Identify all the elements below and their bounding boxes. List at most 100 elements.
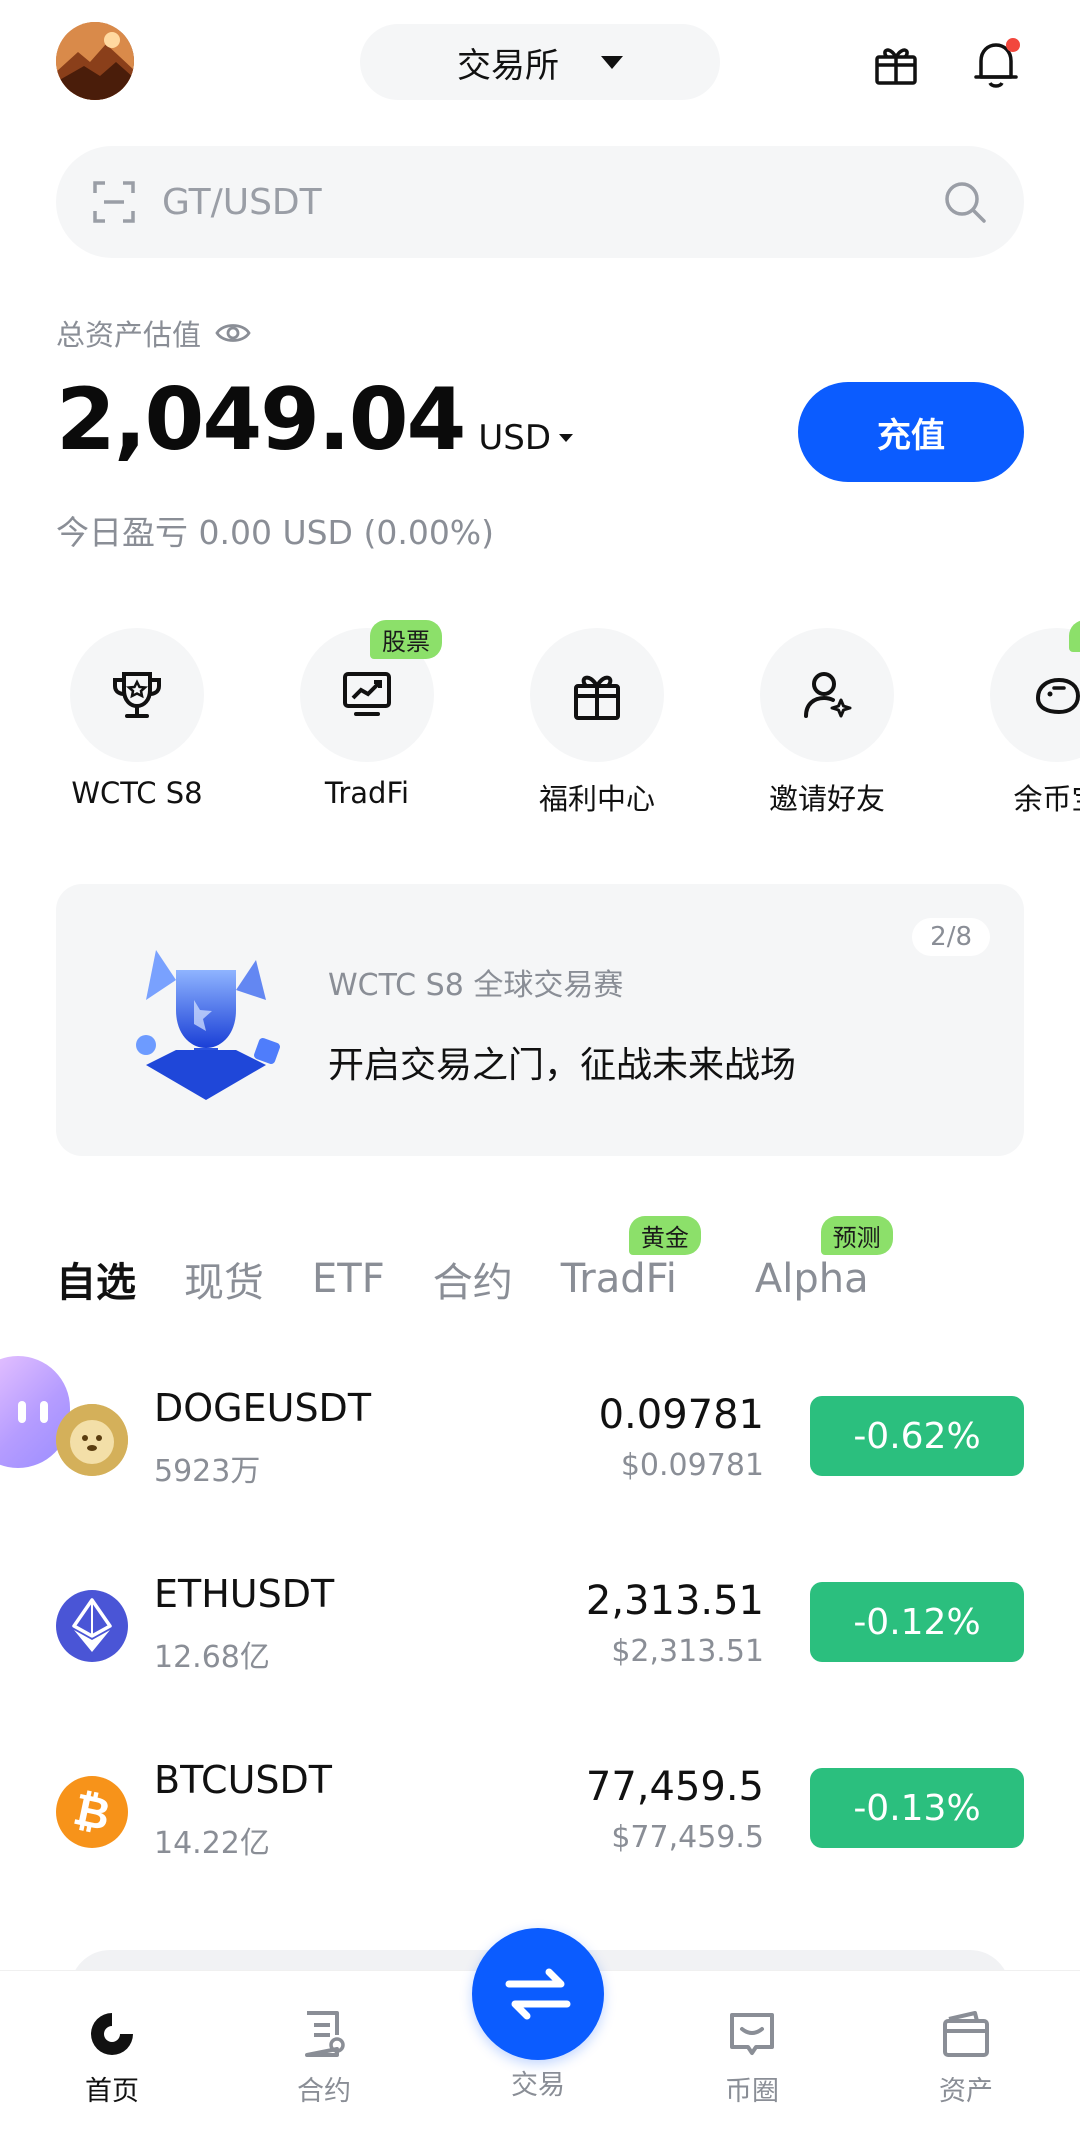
- deposit-button[interactable]: 充值: [798, 382, 1024, 482]
- gift-icon: [574, 675, 620, 720]
- doge-coin-icon: [56, 1404, 128, 1476]
- trade-button[interactable]: [472, 1928, 604, 2060]
- shortcut-invite[interactable]: 邀请好友: [727, 628, 927, 818]
- chart-monitor-icon: [343, 672, 391, 716]
- assistant-eye: [40, 1401, 48, 1423]
- caret-down-icon: [559, 434, 574, 442]
- exchange-label: 交易所: [457, 45, 559, 86]
- tab-alpha[interactable]: Alpha 预测: [754, 1216, 893, 1302]
- chat-icon: [730, 2013, 774, 2055]
- market-row[interactable]: DOGEUSDT 5923万 0.09781 $0.09781 -0.62%: [56, 1386, 1024, 1506]
- trophy-illustration: [136, 950, 280, 1100]
- asset-value-row: 2,049.04 USD: [56, 370, 574, 470]
- gift-button[interactable]: [868, 36, 924, 92]
- nav-label: 首页: [85, 2076, 139, 2107]
- shortcut-circle: 股票: [300, 620, 442, 762]
- piggy-bank-icon: [1035, 677, 1080, 715]
- tab-spot[interactable]: 现货: [184, 1250, 264, 1308]
- shortcut-wctc[interactable]: WCTC S8: [37, 628, 237, 810]
- banner-title: 开启交易之门，征战未来战场: [328, 1045, 797, 1086]
- tab-favorites[interactable]: 自选: [56, 1250, 136, 1308]
- total-assets-label: 总资产估值: [56, 318, 202, 352]
- tab-tag: 预测: [820, 1216, 893, 1255]
- shortcut-circle: [760, 628, 894, 762]
- shortcut-label: 邀请好友: [768, 782, 885, 816]
- tab-tag: 黄金: [628, 1216, 701, 1255]
- person-add-icon: [804, 672, 852, 718]
- avatar[interactable]: [56, 22, 134, 100]
- shortcut-circle: [70, 628, 204, 762]
- shortcut-label: WCTC S8: [71, 776, 203, 810]
- market-volume: 12.68亿: [154, 1640, 270, 1675]
- tab-futures[interactable]: 合约: [433, 1250, 513, 1308]
- exchange-switcher[interactable]: 交易所: [360, 24, 720, 100]
- shortcut-tradfi[interactable]: 股票 TradFi: [267, 620, 467, 810]
- caret-down-icon: [601, 55, 623, 69]
- shortcut-label: 余币宝: [1013, 782, 1080, 816]
- market-volume: 5923万: [154, 1454, 261, 1489]
- market-row[interactable]: ETHUSDT 12.68亿 2,313.51 $2,313.51 -0.12%: [56, 1572, 1024, 1692]
- tab-label: Alpha: [754, 1256, 869, 1302]
- tab-label: TradFi: [560, 1256, 677, 1302]
- market-symbol: DOGEUSDT: [154, 1386, 372, 1430]
- search-icon[interactable]: [942, 179, 988, 225]
- nav-assets[interactable]: 资产: [896, 2009, 1036, 2108]
- shortcut-circle: [530, 628, 664, 762]
- nav-label: 资产: [939, 2076, 993, 2107]
- swap-icon: [505, 1968, 571, 2020]
- shortcut-label: TradFi: [324, 776, 410, 810]
- home-icon: [91, 2013, 133, 2055]
- nav-home[interactable]: 首页: [42, 2009, 182, 2108]
- nav-label: 币圈: [725, 2076, 779, 2107]
- market-symbol: BTCUSDT: [154, 1758, 332, 1802]
- banner-subtitle: WCTC S8 全球交易赛: [328, 968, 624, 1003]
- search-placeholder: GT/USDT: [162, 181, 322, 223]
- tab-etf[interactable]: ETF: [312, 1256, 385, 1302]
- nav-label: 合约: [297, 2076, 351, 2107]
- currency-selector[interactable]: USD: [478, 418, 574, 458]
- nav-trade-label[interactable]: 交易: [468, 2053, 608, 2102]
- contract-icon: [305, 2011, 345, 2057]
- change-badge[interactable]: -0.13%: [810, 1768, 1024, 1848]
- nav-community[interactable]: 币圈: [682, 2009, 822, 2108]
- market-fiat-price: $77,459.5: [611, 1820, 764, 1855]
- nav-label: 交易: [511, 2070, 565, 2101]
- change-badge[interactable]: -0.62%: [810, 1396, 1024, 1476]
- market-price: 77,459.5: [585, 1764, 764, 1810]
- eth-coin-icon: [56, 1590, 128, 1662]
- wallet-icon: [943, 2011, 989, 2057]
- market-fiat-price: $2,313.51: [611, 1634, 764, 1669]
- market-row[interactable]: ₿ BTCUSDT 14.22亿 77,459.5 $77,459.5 -0.1…: [56, 1758, 1024, 1878]
- market-tabs: 自选 现货 ETF 合约 TradFi 黄金 Alpha 预测: [56, 1216, 917, 1308]
- shortcut-savings[interactable]: 1 余币宝: [957, 620, 1080, 818]
- trophy-icon: [113, 672, 161, 718]
- notification-button[interactable]: [968, 36, 1024, 92]
- search-bar[interactable]: GT/USDT: [56, 146, 1024, 258]
- tab-tradfi[interactable]: TradFi 黄金: [560, 1216, 701, 1302]
- shortcut-tag: 股票: [370, 620, 442, 659]
- shortcut-tag: 1: [1068, 620, 1080, 652]
- currency-label: USD: [478, 418, 552, 458]
- avatar-image: [56, 22, 134, 100]
- market-symbol: ETHUSDT: [154, 1572, 335, 1616]
- shortcut-label: 福利中心: [538, 782, 655, 816]
- eye-icon[interactable]: [215, 321, 251, 345]
- market-price: 0.09781: [598, 1392, 764, 1438]
- daily-pnl: 今日盈亏 0.00 USD (0.00%): [56, 513, 495, 552]
- notification-dot: [1006, 38, 1020, 52]
- shortcut-circle: 1: [990, 620, 1080, 762]
- market-fiat-price: $0.09781: [620, 1448, 764, 1483]
- scan-icon[interactable]: [92, 180, 136, 224]
- asset-label-row: 总资产估值: [56, 312, 251, 354]
- change-badge[interactable]: -0.12%: [810, 1582, 1024, 1662]
- total-assets-value: 2,049.04: [56, 370, 466, 470]
- btc-coin-icon: ₿: [56, 1776, 128, 1848]
- nav-contract[interactable]: 合约: [254, 2009, 394, 2108]
- promo-banner[interactable]: 2/8 WCTC S8 全球交易赛 开启交易之门，征战未来战场: [56, 884, 1024, 1156]
- assistant-eye: [18, 1401, 26, 1423]
- gift-icon: [875, 48, 917, 85]
- banner-pager: 2/8: [912, 918, 990, 956]
- shortcut-rewards[interactable]: 福利中心: [497, 628, 697, 818]
- market-price: 2,313.51: [585, 1578, 764, 1624]
- market-volume: 14.22亿: [154, 1826, 270, 1861]
